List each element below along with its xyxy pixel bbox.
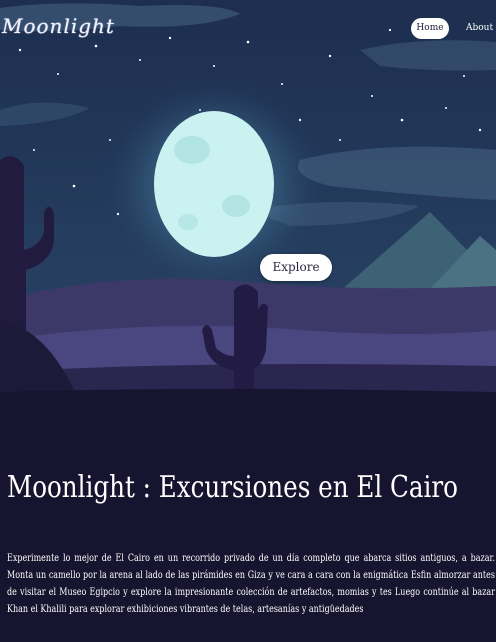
site-logo[interactable]: Moonlight	[2, 14, 115, 38]
nav-about-link[interactable]: About	[466, 18, 493, 39]
hero-section: Moonlight Home About Explore	[0, 0, 496, 404]
night-landscape-illustration	[0, 0, 496, 404]
nav-home-button[interactable]: Home	[411, 18, 449, 39]
explore-button[interactable]: Explore	[260, 254, 332, 281]
page-title: Moonlight : Excursiones en El Cairo	[7, 470, 458, 505]
tour-description: Experimente lo mejor de El Cairo en un r…	[7, 553, 495, 615]
main-content: Moonlight : Excursiones en El Cairo Expe…	[0, 404, 496, 642]
